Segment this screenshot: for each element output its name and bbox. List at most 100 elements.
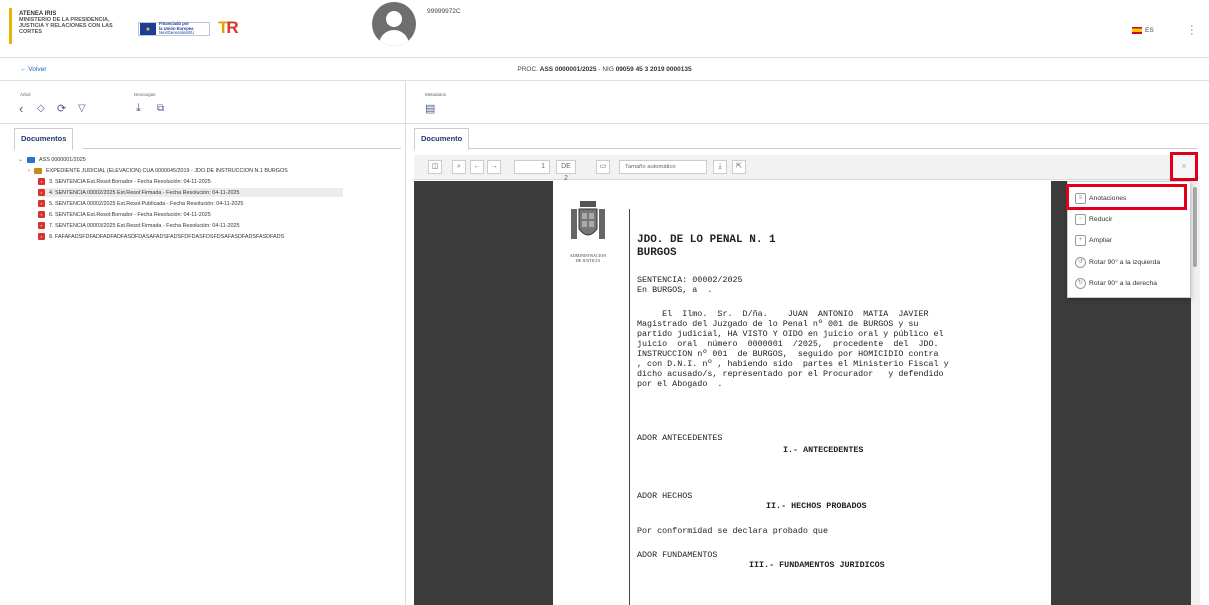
refresh-icon[interactable]: ⟳: [57, 102, 66, 115]
eu-flag-icon: ★: [140, 23, 156, 35]
doc-line: En BURGOS, a .: [637, 285, 713, 295]
tree-item[interactable]: ▪ 8. FAFAFADSFDFADFADFADFASDFDASAFADSFAD…: [38, 232, 284, 241]
menu-item-rotate-left[interactable]: ↺ Rotar 90° a la izquierda: [1075, 257, 1160, 268]
language-selector[interactable]: ES: [1132, 27, 1154, 34]
coat-of-arms-icon: [571, 201, 605, 239]
collapse-left-icon[interactable]: ‹: [19, 101, 23, 116]
proc-prefix: PROC.: [517, 66, 538, 73]
court-city: BURGOS: [637, 247, 677, 259]
scroll-thumb[interactable]: [1193, 187, 1197, 267]
download-icon[interactable]: ⤓: [713, 160, 727, 174]
doc-line: por el Abogado .: [637, 379, 723, 389]
doc-line: Magistrado del Juzgado de lo Penal nº 00…: [637, 319, 919, 329]
menu-item-reducir[interactable]: − Reducir: [1075, 214, 1112, 225]
chevron-down-icon[interactable]: ⌄: [18, 156, 23, 163]
metadata-icon[interactable]: ▤: [425, 102, 435, 115]
menu-item-label: Rotar 90° a la izquierda: [1089, 259, 1161, 266]
proc-number: ASS 0000001/2025: [539, 66, 597, 73]
court-title: JDO. DE LO PENAL N. 1: [637, 234, 776, 246]
antecedentes-tag: ADOR ANTECEDENTES: [637, 433, 723, 443]
tab-documentos[interactable]: Documentos: [14, 128, 74, 151]
rotate-right-icon: ↻: [1075, 278, 1086, 289]
menu-item-label: Ampliar: [1089, 237, 1113, 244]
sidebar-toggle-icon[interactable]: ◫: [428, 160, 442, 174]
tree-item[interactable]: ▪ 5. SENTENCIA 00002/2025 Est.Resol:Publ…: [38, 199, 243, 208]
zoom-in-icon: +: [1075, 235, 1086, 246]
tree-item-label: 5. SENTENCIA 00002/2025 Est.Resol:Public…: [49, 200, 244, 207]
pdf-icon: ▪: [38, 189, 45, 196]
sub-bar: ← Volver PROC. ASS 0000001/2025 - NIG 09…: [0, 59, 1209, 81]
pdf-viewer-toolbar: ◫ ⌕ ← → 1 DE 2 ▭ Tamaño automático ⤓ ⇱: [414, 155, 1197, 182]
user-avatar[interactable]: [372, 2, 416, 46]
filter-icon[interactable]: ▽: [78, 103, 86, 114]
tree-item-selected[interactable]: ▪ 4. SENTENCIA 00002/2025 Est.Resol:Firm…: [38, 188, 343, 197]
doc-line: dicho acusado/s, representado por el Pro…: [637, 369, 944, 379]
pdf-icon: ▪: [38, 233, 45, 240]
search-icon[interactable]: ⌕: [452, 160, 466, 174]
zoom-out-icon: −: [1075, 214, 1086, 225]
viewer-scrollbar[interactable]: [1191, 181, 1200, 605]
tree-item-label: 3. SENTENCIA Est.Resol:Borrador - Fecha …: [49, 178, 211, 185]
tree-item[interactable]: ▪ 3. SENTENCIA Est.Resol:Borrador - Fech…: [38, 177, 211, 186]
folder-icon: [34, 167, 42, 174]
hechos-tag: ADOR HECHOS: [637, 491, 693, 501]
tree-item-label: 6. SENTENCIA Est.Resol:Borrador - Fecha …: [49, 211, 211, 218]
folder-open-icon: [27, 156, 36, 163]
spain-flag-icon: [1132, 27, 1142, 34]
presentation-icon[interactable]: ▭: [596, 160, 610, 174]
pdf-icon: ▪: [38, 200, 45, 207]
doc-line: juicio oral número 0000001 /2025, proced…: [637, 339, 939, 349]
doc-line: INSTRUCCION nº 001 de BURGOS, seguido po…: [637, 349, 939, 359]
procedure-title: PROC. ASS 0000001/2025 - NIG 09059 45 3 …: [0, 66, 1209, 73]
zoom-select[interactable]: Tamaño automático: [619, 160, 707, 174]
tab-documento[interactable]: Documento: [414, 128, 470, 151]
rotate-left-icon: ↺: [1075, 257, 1086, 268]
doc-line: SENTENCIA: 00002/2025: [637, 275, 743, 285]
tree-root[interactable]: ⌄ ASS 0000001/2025: [18, 155, 86, 164]
more-tools-chevron-icon[interactable]: »: [1170, 152, 1198, 181]
nig-number: 09059 45 3 2019 0000135: [615, 66, 692, 73]
menu-item-rotate-right[interactable]: ↻ Rotar 90° a la derecha: [1075, 278, 1157, 289]
margin-line: [629, 209, 630, 605]
pdf-icon: ▪: [38, 211, 45, 218]
brand-stripe: [9, 8, 12, 44]
doc-line: , con D.N.I. nº , habiendo sido partes e…: [637, 359, 949, 369]
tab-underline: [468, 148, 1198, 149]
top-bar: ATENEA IRIS MINISTERIO DE LA PRESIDENCIA…: [0, 0, 1209, 58]
hechos-text: Por conformidad se declara probado que: [637, 526, 828, 536]
tree-item[interactable]: ▪ 6. SENTENCIA Est.Resol:Borrador - Fech…: [38, 210, 211, 219]
arbol-label: Árbol: [20, 92, 31, 97]
menu-item-ampliar[interactable]: + Ampliar: [1075, 235, 1112, 246]
metadatos-label: Metadatos: [425, 92, 447, 97]
doc-line: El Ilmo. Sr. D/ña. JUAN ANTONIO MATIA JA…: [637, 309, 929, 319]
document-page: ADMINISTRACION DE JUSTICIA JDO. DE LO PE…: [553, 181, 1051, 605]
antecedentes-heading: I.- ANTECEDENTES: [783, 445, 864, 455]
tree-item[interactable]: ▪ 7. SENTENCIA 00003/2025 Est.Resol:Firm…: [38, 221, 239, 230]
expand-collapse-icon[interactable]: ◇: [37, 103, 45, 114]
recovery-plan-logo: TR: [218, 18, 239, 37]
descargas-label: Descargas: [134, 92, 156, 97]
more-options-icon[interactable]: · · ·: [1190, 21, 1194, 40]
admin-line: DE JUSTICIA: [575, 258, 601, 263]
tree-folder[interactable]: › EXPEDIENTE JUDICIAL (ELEVACION) CUA 00…: [28, 166, 288, 175]
tree-item-label: 4. SENTENCIA 00002/2025 Est.Resol:Firmad…: [49, 189, 240, 196]
administration-label: ADMINISTRACION DE JUSTICIA: [560, 253, 616, 263]
eu-funding-logo: ★ Financiado por la Unión Europea NextGe…: [138, 21, 210, 36]
tree-item-label: 7. SENTENCIA 00003/2025 Est.Resol:Firmad…: [49, 222, 240, 229]
download-icon[interactable]: ⤓: [136, 102, 141, 115]
download-multiple-icon[interactable]: ⧉: [157, 103, 164, 114]
previous-page-icon[interactable]: ←: [470, 160, 484, 174]
next-page-icon[interactable]: →: [487, 160, 501, 174]
hechos-heading: II.- HECHOS PROBADOS: [766, 501, 867, 511]
pdf-icon: ▪: [38, 222, 45, 229]
page-number-input[interactable]: 1: [514, 160, 550, 174]
pdf-icon: ▪: [38, 178, 45, 185]
fundamentos-tag: ADOR FUNDAMENTOS: [637, 550, 718, 560]
open-external-icon[interactable]: ⇱: [732, 160, 746, 174]
fundamentos-heading: III.- FUNDAMENTOS JURIDICOS: [749, 560, 885, 570]
panel-divider[interactable]: [405, 82, 406, 605]
tool-row: Árbol ‹ ◇ ⟳ ▽ Descargas ⤓ ⧉ Metadatos ▤: [0, 82, 1209, 124]
chevron-right-icon[interactable]: ›: [28, 168, 30, 174]
language-label: ES: [1145, 27, 1154, 34]
tree-folder-label: EXPEDIENTE JUDICIAL (ELEVACION) CUA 0000…: [46, 167, 288, 174]
